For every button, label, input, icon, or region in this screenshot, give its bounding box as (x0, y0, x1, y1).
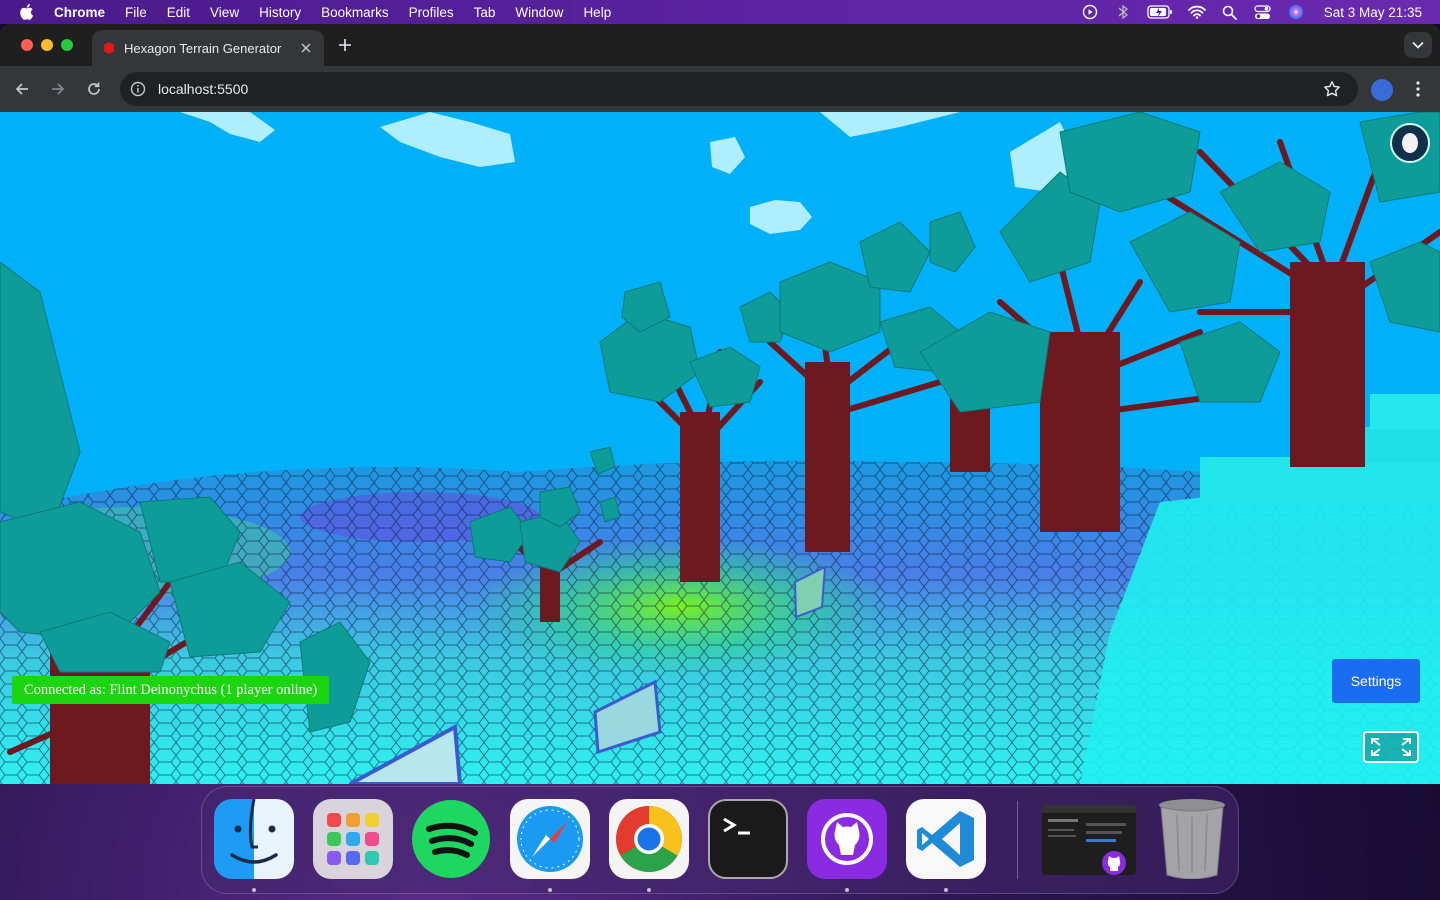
new-tab-button[interactable] (334, 34, 356, 56)
tab-favicon-icon (102, 41, 116, 55)
chrome-icon[interactable] (609, 799, 689, 879)
tab-hexagon-terrain[interactable]: Hexagon Terrain Generator (92, 30, 324, 66)
github-desktop-running-dot (845, 888, 849, 892)
browser-window: Hexagon Terrain Generator localhost:5500 (0, 24, 1440, 784)
menu-tab[interactable]: Tab (474, 5, 496, 20)
menu-bar: Chrome File Edit View History Bookmarks … (0, 0, 1440, 24)
dock (201, 786, 1239, 894)
github-desktop-icon[interactable] (807, 799, 887, 879)
site-info-icon[interactable] (129, 80, 147, 98)
menu-edit[interactable]: Edit (167, 5, 190, 20)
menu-bar-clock[interactable]: Sat 3 May 21:35 (1324, 5, 1422, 20)
battery-icon[interactable] (1147, 3, 1173, 21)
fullscreen-button[interactable] (1363, 731, 1419, 763)
connection-status: Connected as: Flint Deinonychus (1 playe… (12, 676, 330, 704)
compass-needle-icon (1402, 133, 1418, 153)
safari-running-dot (548, 888, 552, 892)
vscode-running-dot (944, 888, 948, 892)
vscode-icon[interactable] (906, 799, 986, 879)
menu-file[interactable]: File (125, 5, 147, 20)
finder-running-dot (252, 888, 256, 892)
window-preview[interactable] (1042, 805, 1136, 875)
tab-strip: Hexagon Terrain Generator (0, 24, 1440, 66)
settings-button[interactable]: Settings (1332, 659, 1420, 703)
menu-window[interactable]: Window (515, 5, 563, 20)
dock-separator (1017, 801, 1018, 879)
menu-help[interactable]: Help (583, 5, 611, 20)
chrome-menu-icon[interactable] (1408, 78, 1428, 100)
chrome-running-dot (647, 888, 651, 892)
close-window-button[interactable] (21, 39, 33, 51)
zoom-window-button[interactable] (61, 39, 73, 51)
control-center-icon[interactable] (1254, 3, 1272, 21)
back-button[interactable] (8, 75, 36, 103)
compass-widget[interactable] (1390, 123, 1430, 163)
game-canvas[interactable]: Connected as: Flint Deinonychus (1 playe… (0, 112, 1440, 784)
finder-icon[interactable] (214, 799, 294, 879)
menu-app-name[interactable]: Chrome (54, 5, 105, 20)
status-area: Sat 3 May 21:35 (1081, 0, 1440, 24)
wifi-icon[interactable] (1187, 3, 1206, 21)
spotlight-search-icon[interactable] (1221, 3, 1239, 21)
bluetooth-icon[interactable] (1114, 3, 1132, 21)
menu-profiles[interactable]: Profiles (409, 5, 454, 20)
launchpad-icon[interactable] (313, 799, 393, 879)
browser-toolbar: localhost:5500 (0, 66, 1440, 112)
address-bar[interactable]: localhost:5500 (120, 72, 1358, 106)
forward-button[interactable] (44, 75, 72, 103)
terminal-icon[interactable] (708, 799, 788, 879)
extension-icon[interactable] (1371, 79, 1393, 101)
minimize-window-button[interactable] (41, 39, 53, 51)
siri-icon[interactable] (1287, 3, 1305, 21)
reload-button[interactable] (80, 75, 108, 103)
bookmark-star-icon[interactable] (1322, 79, 1342, 99)
menu-bookmarks[interactable]: Bookmarks (321, 5, 389, 20)
spotify-icon[interactable] (411, 799, 491, 879)
url-text[interactable]: localhost:5500 (158, 81, 1322, 97)
menu-history[interactable]: History (259, 5, 301, 20)
trash-icon[interactable] (1152, 799, 1232, 879)
apple-icon[interactable] (18, 3, 36, 21)
safari-icon[interactable] (510, 799, 590, 879)
menu-view[interactable]: View (210, 5, 239, 20)
close-tab-icon[interactable] (296, 38, 316, 58)
fullscreen-icon (1371, 738, 1411, 756)
tab-search-button[interactable] (1404, 32, 1432, 58)
tab-title: Hexagon Terrain Generator (124, 40, 282, 56)
screen-recording-icon[interactable] (1081, 3, 1099, 21)
